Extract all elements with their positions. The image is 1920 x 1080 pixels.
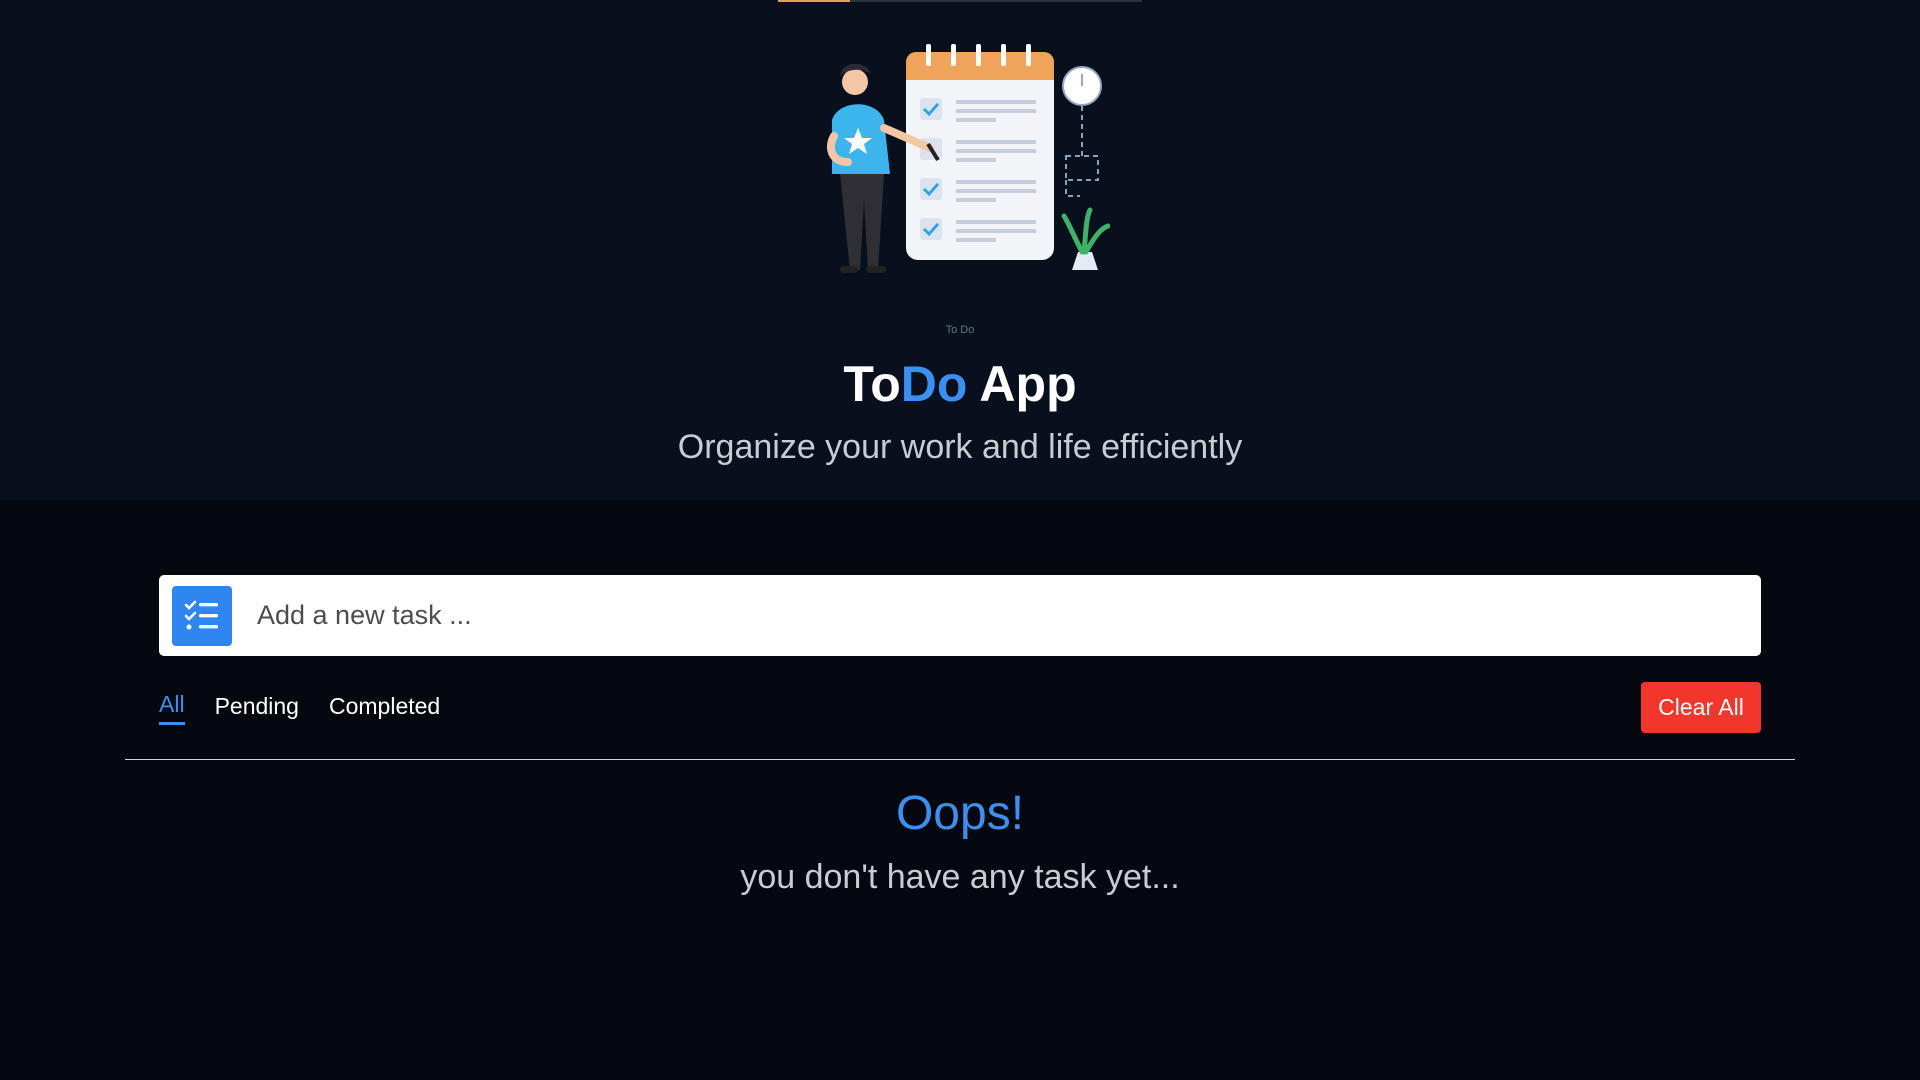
divider [125, 759, 1795, 760]
illustration-caption: To Do [945, 324, 975, 336]
title-part-to: To [843, 356, 901, 412]
task-list-icon [172, 586, 232, 646]
app-header: To Do ToDo App Organize your work and li… [0, 0, 1920, 500]
add-task-input[interactable] [257, 575, 1747, 656]
task-input-container [159, 575, 1761, 656]
empty-state-title: Oops! [895, 787, 1025, 840]
todo-illustration-icon [827, 44, 1110, 273]
title-part-do: Do [900, 356, 968, 412]
filter-tab-all[interactable]: All [159, 688, 185, 725]
empty-state-message: you don't have any task yet... [740, 858, 1180, 896]
page-title: ToDo App [0, 352, 1920, 416]
top-accent-bar [778, 0, 1142, 2]
title-part-app: App [967, 356, 1077, 412]
page-subtitle: Organize your work and life efficiently [677, 428, 1243, 466]
filter-tab-completed[interactable]: Completed [329, 688, 440, 726]
filter-tabs: All Pending Completed [159, 688, 440, 728]
filter-tab-pending[interactable]: Pending [215, 688, 299, 726]
clear-all-button[interactable]: Clear All [1641, 682, 1761, 733]
